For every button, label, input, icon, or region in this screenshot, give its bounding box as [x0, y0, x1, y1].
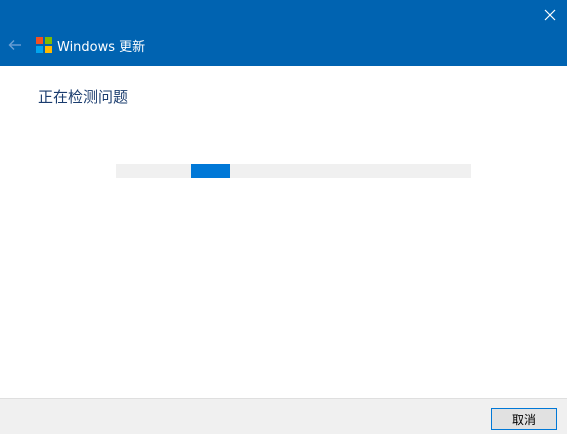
footer-bar: 取消	[0, 398, 567, 434]
close-icon	[544, 9, 556, 21]
progress-indicator	[191, 164, 230, 178]
cancel-button[interactable]: 取消	[491, 408, 557, 430]
back-arrow-icon	[8, 40, 21, 50]
page-heading: 正在检测问题	[38, 88, 129, 106]
title-bar: Windows 更新	[0, 0, 567, 66]
app-identity: Windows 更新	[36, 36, 146, 55]
windows-logo-icon	[36, 37, 52, 53]
close-button[interactable]	[537, 2, 563, 28]
back-button[interactable]	[4, 34, 26, 56]
progress-bar	[116, 164, 471, 178]
app-title: Windows 更新	[57, 39, 146, 55]
